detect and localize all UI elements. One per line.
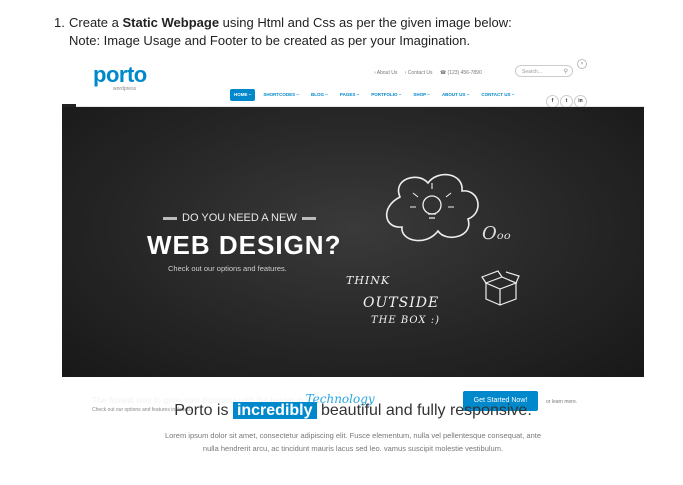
close-icon[interactable]: ×: [577, 59, 587, 69]
instruction-bold: Static Webpage: [122, 15, 220, 30]
social-links: f t in: [545, 89, 587, 108]
pre-heading-text: DO YOU NEED A NEW: [182, 212, 297, 224]
tagline-highlight: incredibly: [232, 402, 317, 419]
tagline-pre: Porto is: [174, 402, 229, 419]
box-sketch: [481, 270, 520, 306]
divider: [301, 216, 316, 220]
chalk-think: THINK: [346, 274, 391, 287]
nav-shop[interactable]: SHOP ~: [409, 89, 434, 101]
intro-body-line-2: nulla hendrerit arcu, ac tincidunt mauri…: [202, 444, 504, 453]
nav-home[interactable]: HOME ~: [230, 89, 256, 101]
top-link-about[interactable]: › About Us: [374, 70, 397, 76]
intro-body-line-1: Lorem ipsum dolor sit amet, consectetur …: [164, 431, 542, 440]
chalk-the-box: THE BOX :): [371, 315, 440, 326]
instruction-line-2: Note: Image Usage and Footer to be creat…: [69, 33, 471, 48]
nav-pages[interactable]: PAGES ~: [336, 89, 363, 101]
document: 1. Create a Static Webpage using Html an…: [0, 0, 683, 485]
search-input[interactable]: Search... ⚲: [515, 65, 573, 77]
intro-tagline: Porto is incredibly beautiful and fully …: [62, 402, 644, 420]
search-placeholder: Search...: [522, 69, 543, 75]
hero-heading: WEB DESIGN?: [147, 230, 342, 260]
instruction-text: using Html and Css as per the given imag…: [219, 15, 512, 30]
top-link-phone: ☎ (123) 456-7890: [439, 70, 482, 76]
site-logo[interactable]: porto: [93, 62, 147, 88]
search-icon[interactable]: ⚲: [564, 66, 568, 78]
nav-blog[interactable]: BLOG ~: [307, 89, 332, 101]
logo-subtitle: wordpress: [113, 86, 137, 92]
top-link-contact[interactable]: › Contact Us: [405, 70, 433, 76]
chalk-outside: OUTSIDE: [363, 295, 440, 311]
instruction-number: 1.: [54, 15, 65, 30]
site-header: porto wordpress › About Us › Contact Us …: [62, 56, 644, 108]
website-screenshot: porto wordpress › About Us › Contact Us …: [62, 56, 644, 485]
lightbulb-cloud-sketch: [385, 173, 479, 242]
nav-portfolio[interactable]: PORTFOLIO ~: [367, 89, 405, 101]
main-nav: HOME ~ SHORTCODES ~ BLOG ~ PAGES ~ PORTFOLIO…: [230, 89, 522, 101]
instruction-line-1: Create a Static Webpage using Html and C…: [69, 14, 654, 32]
nav-contact-us[interactable]: CONTACT US ~: [477, 89, 518, 101]
instructions: 1. Create a Static Webpage using Html an…: [54, 14, 654, 50]
divider: [163, 216, 177, 220]
nav-shortcodes[interactable]: SHORTCODES ~: [259, 89, 303, 101]
nav-about-us[interactable]: ABOUT US ~: [438, 89, 473, 101]
tagline-post: beautiful and fully responsive.: [320, 402, 532, 419]
hero-slider: Oₒₒ DO YOU NEED A NEW WEB DESIGN? Check …: [62, 107, 644, 413]
hero-pre-heading: DO YOU NEED A NEW: [158, 212, 321, 224]
instruction-text: Create a: [69, 15, 123, 30]
hero-subheading: Check out our options and features.: [168, 264, 287, 273]
chalk-bubbles: Oₒₒ: [482, 223, 511, 244]
top-links: › About Us › Contact Us ☎ (123) 456-7890: [374, 70, 488, 76]
